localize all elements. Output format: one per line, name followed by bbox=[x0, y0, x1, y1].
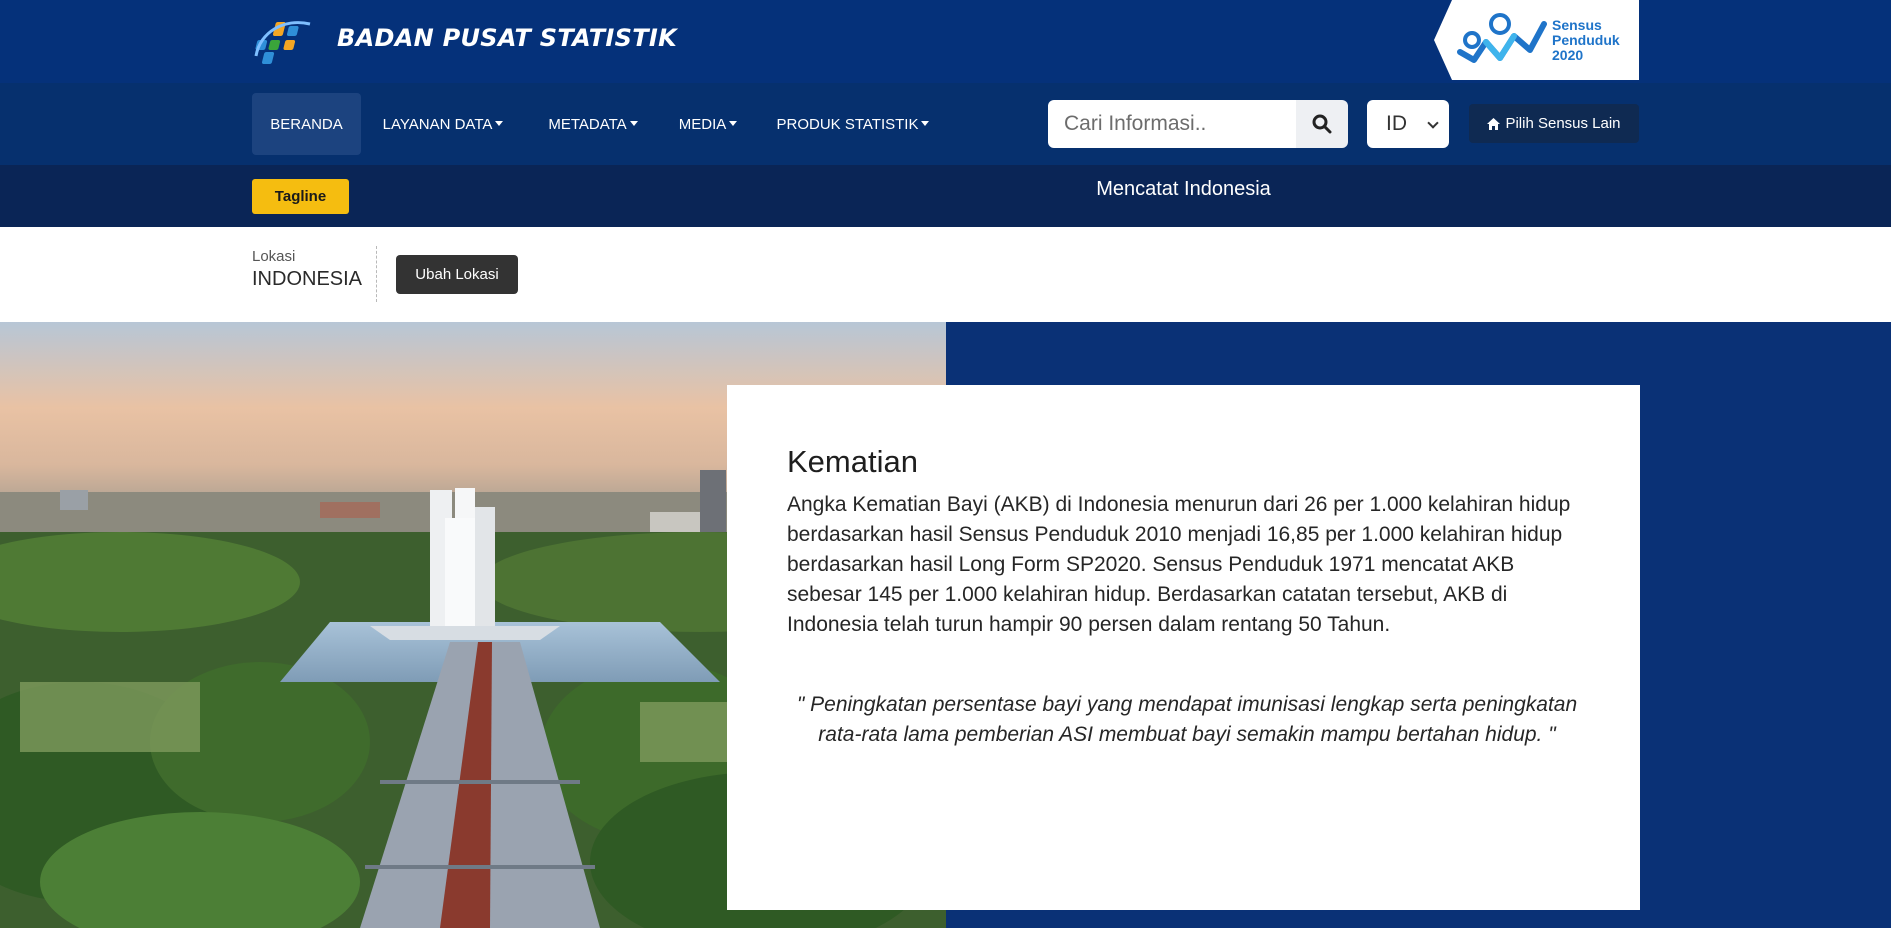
census-badge-text: Sensus Penduduk 2020 bbox=[1552, 18, 1620, 63]
caret-down-icon bbox=[729, 120, 738, 126]
caret-down-icon bbox=[495, 120, 504, 126]
tagline-badge: Tagline bbox=[252, 179, 349, 214]
choose-census-label: Pilih Sensus Lain bbox=[1505, 115, 1621, 132]
census-badge-line: Penduduk bbox=[1552, 32, 1620, 48]
caret-down-icon bbox=[921, 120, 930, 126]
census-2020-badge[interactable]: Sensus Penduduk 2020 bbox=[1434, 0, 1639, 80]
change-location-button[interactable]: Ubah Lokasi bbox=[396, 255, 518, 294]
tagline-text: Mencatat Indonesia bbox=[1096, 178, 1271, 200]
nav-item-label: PRODUK STATISTIK bbox=[776, 115, 919, 133]
census-badge-line: 2020 bbox=[1552, 47, 1584, 63]
location-value: INDONESIA bbox=[252, 268, 363, 290]
search-button[interactable] bbox=[1296, 100, 1348, 148]
card-body: Angka Kematian Bayi (AKB) di Indonesia m… bbox=[787, 493, 1571, 636]
chevron-down-icon bbox=[1427, 117, 1439, 129]
nav-media[interactable]: MEDIA bbox=[668, 93, 748, 155]
nav-produk-statistik[interactable]: PRODUK STATISTIK bbox=[769, 93, 937, 155]
location-divider bbox=[376, 246, 377, 302]
census-badge-line: Sensus bbox=[1552, 17, 1602, 33]
bps-logo-icon[interactable] bbox=[250, 14, 316, 66]
choose-census-button[interactable]: Pilih Sensus Lain bbox=[1469, 104, 1639, 143]
nav-metadata[interactable]: METADATA bbox=[535, 93, 651, 155]
language-select[interactable]: ID bbox=[1367, 100, 1449, 148]
location-label: Lokasi bbox=[252, 248, 296, 265]
brand-title[interactable]: BADAN PUSAT STATISTIK bbox=[337, 24, 677, 52]
search-input[interactable] bbox=[1048, 100, 1298, 148]
nav-item-label: LAYANAN DATA bbox=[382, 115, 493, 133]
nav-item-label: BERANDA bbox=[270, 115, 343, 133]
card-title: Kematian bbox=[787, 444, 918, 479]
nav-item-label: METADATA bbox=[548, 115, 627, 133]
nav-layanan-data[interactable]: LAYANAN DATA bbox=[369, 93, 517, 155]
search-icon bbox=[1312, 114, 1332, 134]
caret-down-icon bbox=[629, 120, 638, 126]
language-value: ID bbox=[1386, 112, 1407, 135]
sp2020-logo-icon bbox=[1457, 13, 1547, 63]
card-quote: " Peningkatan persentase bayi yang menda… bbox=[796, 693, 1578, 746]
home-icon bbox=[1487, 117, 1501, 130]
nav-beranda[interactable]: BERANDA bbox=[252, 93, 361, 155]
nav-item-label: MEDIA bbox=[678, 115, 727, 133]
